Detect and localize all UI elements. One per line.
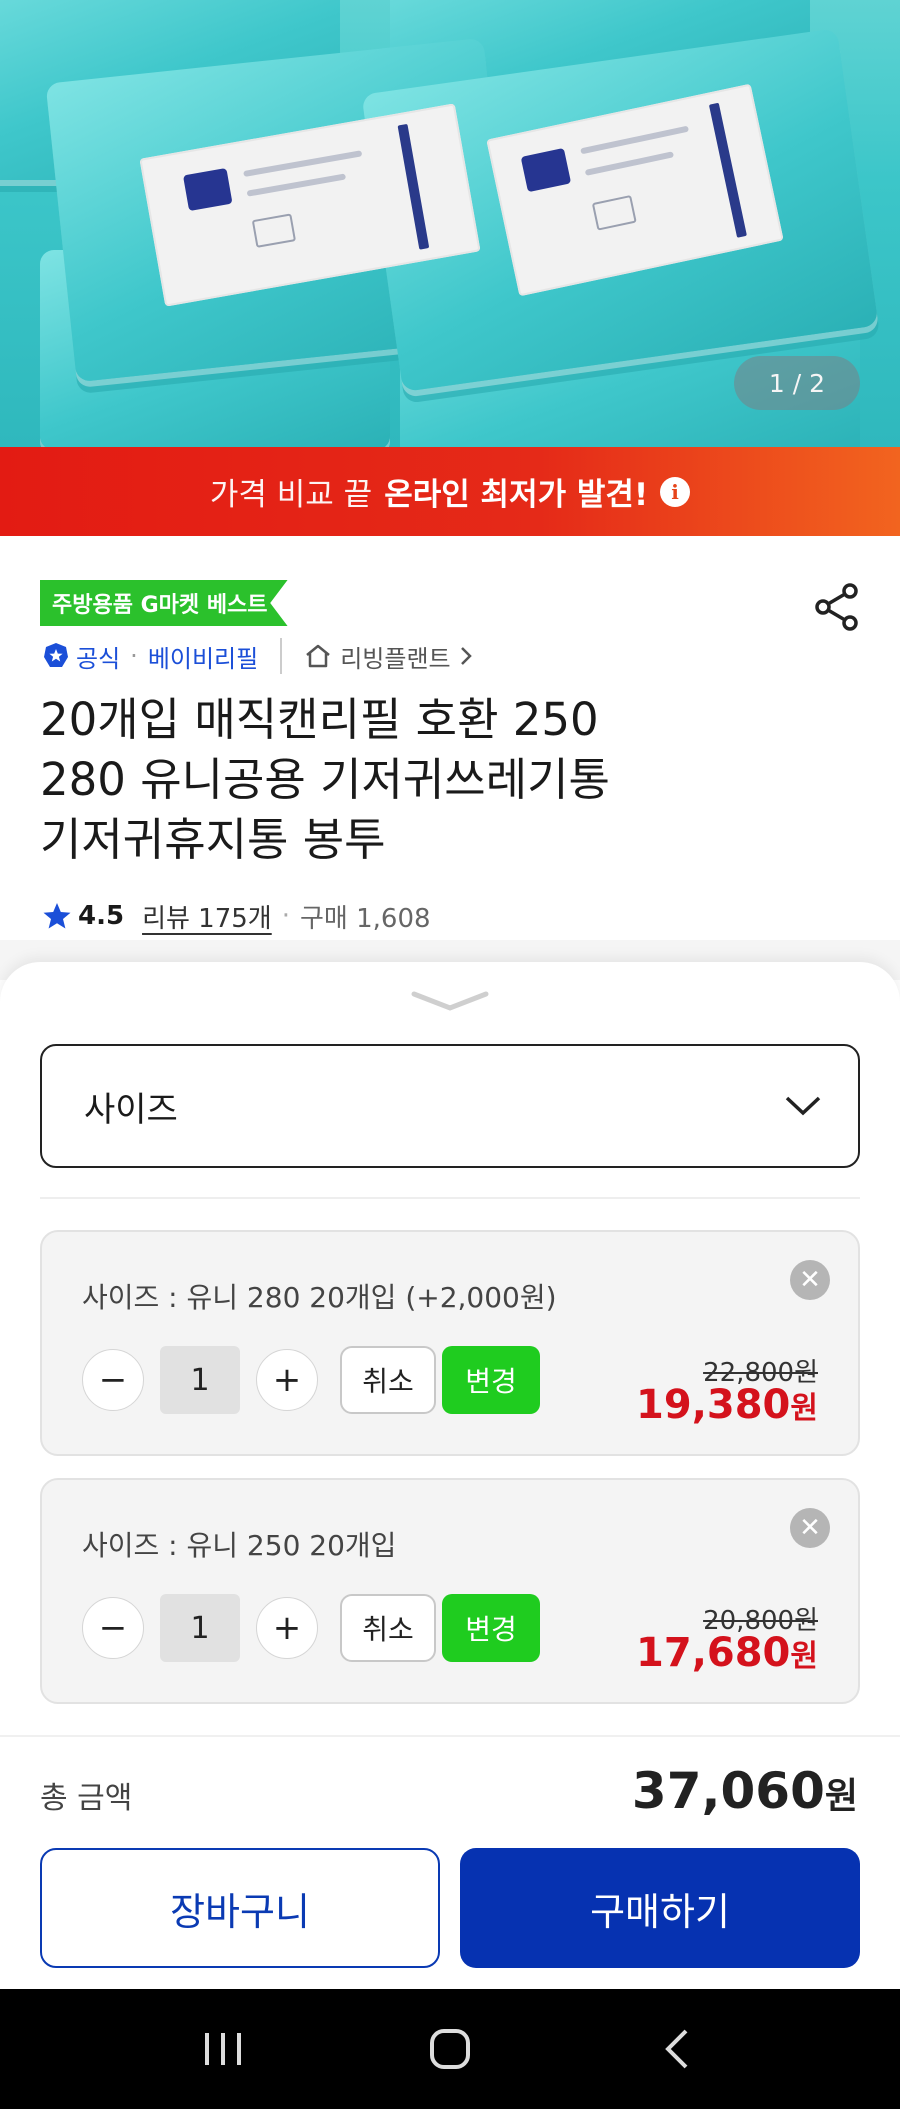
seller-meta: 공식 · 베이비리필 리빙플랜트 <box>42 638 473 674</box>
rating-value: 4.5 <box>78 901 125 931</box>
system-navigation-bar <box>0 1989 900 2109</box>
brand-link[interactable]: 베이비리필 <box>148 639 258 674</box>
chevron-down-icon <box>785 1096 821 1116</box>
quantity-value[interactable]: 1 <box>160 1346 240 1414</box>
purchase-count: 구매 1,608 <box>299 903 431 934</box>
rating-row: 4.5 리뷰 175개 · 구매 1,608 <box>42 896 431 936</box>
separator-dot: · <box>281 901 290 931</box>
currency: 원 <box>790 1639 818 1674</box>
shop-name: 리빙플랜트 <box>340 644 451 673</box>
total-label: 총 금액 <box>40 1781 133 1816</box>
remove-option-icon[interactable]: ✕ <box>790 1260 830 1300</box>
product-title-line: 280 유니공용 기저귀쓰레기통 <box>40 753 610 806</box>
currency: 원 <box>790 1391 818 1426</box>
product-title-line: 20개입 매직캔리필 호환 250 <box>40 693 599 746</box>
reviews-link[interactable]: 리뷰 175개 <box>142 898 272 935</box>
separator-dot: · <box>130 642 138 670</box>
sale-price-value: 19,380 <box>636 1382 791 1428</box>
quantity-stepper: − 1 + 취소 변경 <box>82 1594 540 1662</box>
product-title-line: 기저귀휴지통 봉투 <box>40 813 386 866</box>
remove-option-icon[interactable]: ✕ <box>790 1508 830 1548</box>
info-icon[interactable]: i <box>660 476 691 507</box>
cancel-button[interactable]: 취소 <box>340 1346 436 1414</box>
total-price-value: 37,060 <box>631 1762 825 1820</box>
decrease-button[interactable]: − <box>82 1349 144 1411</box>
quantity-value[interactable]: 1 <box>160 1594 240 1662</box>
sheet-handle-icon[interactable] <box>410 990 490 1012</box>
option-name: 사이즈 : 유니 250 20개입 <box>82 1529 397 1562</box>
product-title: 20개입 매직캔리필 호환 250 280 유니공용 기저귀쓰레기통 기저귀휴지… <box>40 690 760 870</box>
size-select[interactable]: 사이즈 <box>40 1044 860 1168</box>
promo-highlight: 온라인 최저가 발견! <box>384 477 649 513</box>
increase-button[interactable]: + <box>256 1349 318 1411</box>
divider <box>280 638 283 674</box>
home-icon <box>306 644 331 668</box>
official-label: 공식 <box>76 644 121 673</box>
selected-option-card: 사이즈 : 유니 250 20개입 ✕ − 1 + 취소 변경 20,800원 … <box>40 1478 860 1704</box>
chevron-right-icon <box>460 647 472 665</box>
decrease-button[interactable]: − <box>82 1597 144 1659</box>
best-badge-label: 주방용품 G마켓 베스트 <box>52 593 268 618</box>
option-bottom-sheet: 사이즈 <box>0 962 900 1989</box>
official-star-icon <box>44 643 68 667</box>
image-counter: 1 / 2 <box>734 356 860 410</box>
sale-price-value: 17,680 <box>636 1630 791 1676</box>
size-select-label: 사이즈 <box>84 1089 178 1130</box>
rating: 4.5 <box>42 901 124 931</box>
increase-button[interactable]: + <box>256 1597 318 1659</box>
sale-price: 17,680원 <box>636 1630 818 1676</box>
share-icon[interactable] <box>814 582 860 632</box>
recent-apps-icon[interactable] <box>183 2019 263 2079</box>
best-badge: 주방용품 G마켓 베스트 <box>40 580 288 626</box>
divider <box>40 1197 860 1199</box>
promo-text: 가격 비교 끝 <box>209 477 373 513</box>
change-button[interactable]: 변경 <box>442 1346 540 1414</box>
total-price: 37,060원 <box>632 1762 858 1820</box>
option-name: 사이즈 : 유니 280 20개입 (+2,000원) <box>82 1281 557 1314</box>
sale-price: 19,380원 <box>636 1382 818 1428</box>
shop-link[interactable]: 리빙플랜트 <box>304 639 472 674</box>
buy-now-button[interactable]: 구매하기 <box>460 1848 860 1968</box>
lowest-price-banner[interactable]: 가격 비교 끝 온라인 최저가 발견! i <box>0 447 900 536</box>
back-icon[interactable] <box>637 2019 717 2079</box>
star-icon <box>43 903 71 929</box>
divider <box>0 1735 900 1737</box>
official-badge: 공식 <box>42 639 120 674</box>
change-button[interactable]: 변경 <box>442 1594 540 1662</box>
cancel-button[interactable]: 취소 <box>340 1594 436 1662</box>
selected-option-card: 사이즈 : 유니 280 20개입 (+2,000원) ✕ − 1 + 취소 변… <box>40 1230 860 1456</box>
home-button-icon[interactable] <box>410 2019 490 2079</box>
quantity-stepper: − 1 + 취소 변경 <box>82 1346 540 1414</box>
add-to-cart-button[interactable]: 장바구니 <box>40 1848 440 1968</box>
product-image-carousel[interactable]: 1 / 2 <box>0 0 900 447</box>
currency: 원 <box>824 1776 858 1817</box>
